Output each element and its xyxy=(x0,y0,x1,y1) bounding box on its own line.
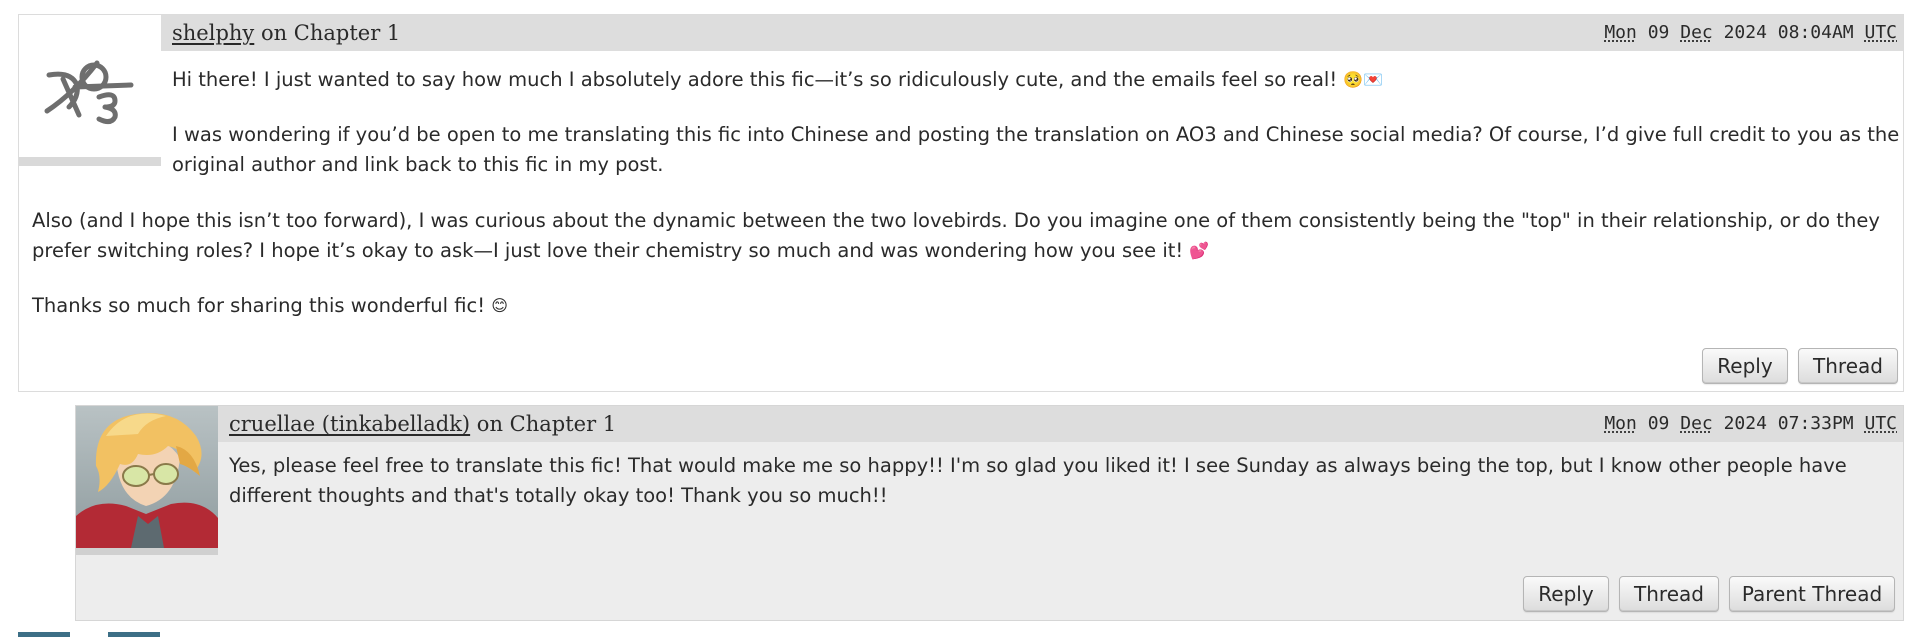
comment-shelphy: shelphy on Chapter 1 Mon 09 Dec 2024 08:… xyxy=(18,14,1904,392)
comment-date: Mon 09 Dec 2024 08:04AM UTC xyxy=(1604,22,1897,43)
smiling-face-emoji: 😊 xyxy=(491,296,508,315)
thread-button[interactable]: Thread xyxy=(1619,576,1719,612)
comment-paragraph: original author and link back to this fi… xyxy=(172,153,664,176)
comment-author-link[interactable]: shelphy xyxy=(172,21,254,45)
comment-paragraph: I was wondering if you’d be open to me t… xyxy=(172,123,1900,146)
comment-paragraph: Thanks so much for sharing this wonderfu… xyxy=(32,291,508,320)
comment-paragraph: different thoughts and that's totally ok… xyxy=(229,484,888,507)
chapter-label: on Chapter 1 xyxy=(470,412,617,436)
next-comment-icon-edge xyxy=(108,632,160,637)
user-avatar[interactable] xyxy=(76,406,218,555)
comment-cruellae: cruellae (tinkabelladk) on Chapter 1 Mon… xyxy=(75,405,1904,621)
two-hearts-emoji: 💕 xyxy=(1189,241,1210,260)
thread-button[interactable]: Thread xyxy=(1798,348,1898,384)
comment-author-link[interactable]: cruellae (tinkabelladk) xyxy=(229,412,470,436)
ao3-default-icon xyxy=(44,60,134,125)
chapter-label: on Chapter 1 xyxy=(254,21,401,45)
pleading-love-letter-emoji: 🥺💌 xyxy=(1343,70,1384,89)
next-comment-icon-edge xyxy=(18,632,70,637)
comment-header: cruellae (tinkabelladk) on Chapter 1 Mon… xyxy=(76,406,1903,442)
comment-paragraph: Hi there! I just wanted to say how much … xyxy=(172,65,1383,94)
user-avatar-image xyxy=(76,406,218,548)
comment-date: Mon 09 Dec 2024 07:33PM UTC xyxy=(1604,413,1897,434)
reply-button[interactable]: Reply xyxy=(1523,576,1609,612)
comment-paragraph: Yes, please feel free to translate this … xyxy=(229,454,1847,477)
reply-button[interactable]: Reply xyxy=(1702,348,1788,384)
comment-paragraph: Also (and I hope this isn’t too forward)… xyxy=(32,209,1880,232)
parent-thread-button[interactable]: Parent Thread xyxy=(1729,576,1895,612)
user-icon[interactable] xyxy=(19,15,161,166)
comment-paragraph: prefer switching roles? I hope it’s okay… xyxy=(32,236,1209,265)
comment-header: shelphy on Chapter 1 Mon 09 Dec 2024 08:… xyxy=(19,15,1903,51)
